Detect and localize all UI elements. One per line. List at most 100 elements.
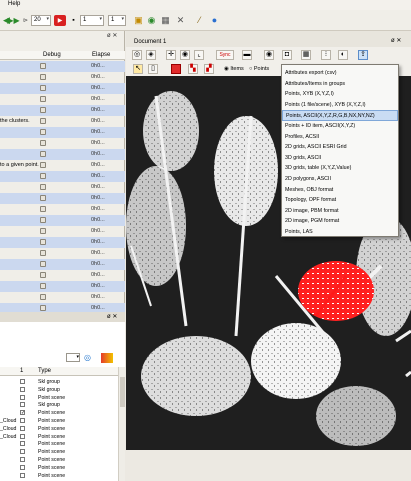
export-menu-item[interactable]: Points, LAS bbox=[282, 227, 398, 238]
camera-icon[interactable]: ◘ bbox=[282, 50, 292, 60]
list-item[interactable]: Point scene bbox=[0, 448, 118, 456]
debug-icon[interactable] bbox=[40, 272, 46, 278]
list-item[interactable]: Point scene bbox=[0, 456, 118, 464]
export-menu-item[interactable]: Points, ASCII(X,Y,Z,R,G,B,NX,NY,NZ) bbox=[282, 110, 398, 122]
red-box-icon[interactable] bbox=[171, 64, 181, 74]
select-region-icon[interactable]: ▯ bbox=[148, 64, 158, 74]
export-menu-item[interactable]: 2D image, PGM format bbox=[282, 216, 398, 227]
contrast-icon[interactable]: ◐ bbox=[338, 50, 348, 60]
fast-forward-icon[interactable]: ▶▶ bbox=[7, 15, 19, 26]
export-menu-item[interactable]: 2D image, PBM format bbox=[282, 206, 398, 217]
column-elapsed[interactable]: Elapse bbox=[92, 52, 110, 58]
item-checkbox[interactable] bbox=[20, 433, 25, 439]
debug-icon[interactable] bbox=[40, 151, 46, 157]
filter-combo[interactable]: ▾ bbox=[66, 353, 80, 362]
item-checkbox[interactable] bbox=[20, 402, 25, 408]
sync-button[interactable]: Sync bbox=[216, 50, 234, 60]
table-row[interactable]: 0h0... bbox=[0, 193, 125, 204]
lower-float-close-icon[interactable]: ø ✕ bbox=[107, 313, 117, 320]
refresh-icon[interactable]: ◎ bbox=[84, 353, 94, 363]
list-item[interactable]: _Cloud Point scene bbox=[0, 433, 118, 441]
axis-icon[interactable]: ✛ bbox=[166, 50, 176, 60]
frame-spin[interactable]: 20 ▾ bbox=[31, 15, 51, 26]
item-checkbox[interactable] bbox=[20, 425, 25, 431]
table-row[interactable]: 0h0... bbox=[0, 72, 125, 83]
export-menu-item[interactable]: Points + ID item, ASCII(X,Y,Z) bbox=[282, 121, 398, 132]
list-item[interactable]: _Cloud Point scene bbox=[0, 425, 118, 433]
export-menu-item[interactable]: 2D polygons, ASCII bbox=[282, 174, 398, 185]
panel-splitter[interactable]: ø ✕ bbox=[0, 312, 125, 322]
table-row[interactable]: 0h0... bbox=[0, 94, 125, 105]
debug-icon[interactable] bbox=[40, 250, 46, 256]
cluster-icon[interactable]: ▬ bbox=[242, 50, 252, 60]
table-row[interactable]: 0h0... bbox=[0, 127, 125, 138]
options-icon[interactable]: ⁝ bbox=[321, 50, 331, 60]
debug-icon[interactable] bbox=[40, 140, 46, 146]
table-row[interactable]: 0h0... bbox=[0, 259, 125, 270]
debug-icon[interactable] bbox=[40, 184, 46, 190]
radio-items[interactable]: ◉ Items bbox=[224, 66, 244, 72]
list-item[interactable]: Point scene bbox=[0, 472, 118, 480]
debug-icon[interactable] bbox=[40, 217, 46, 223]
spin-b[interactable]: 1 ▾ bbox=[108, 15, 126, 26]
list-item[interactable]: Point scene bbox=[0, 464, 118, 472]
table-row[interactable]: 0h0... bbox=[0, 292, 125, 303]
models-scrollbar[interactable] bbox=[118, 367, 125, 481]
item-checkbox[interactable] bbox=[20, 441, 25, 447]
axes-icon[interactable]: ⌞ bbox=[194, 50, 204, 60]
list-item[interactable]: Skl group bbox=[0, 378, 118, 386]
list-item[interactable]: Skl group bbox=[0, 386, 118, 394]
list-item[interactable]: _Cloud Point scene bbox=[0, 417, 118, 425]
item-checkbox[interactable] bbox=[20, 464, 25, 470]
spin-a[interactable]: 1 ▾ bbox=[80, 15, 104, 26]
item-checkbox[interactable]: ✓ bbox=[20, 410, 25, 416]
table-row[interactable]: 0h0... bbox=[0, 270, 125, 281]
debug-icon[interactable] bbox=[40, 85, 46, 91]
table-row[interactable]: 0h0... bbox=[0, 226, 125, 237]
table-row[interactable]: to a given point. 0h0... bbox=[0, 160, 125, 171]
grid-icon[interactable]: ▦ bbox=[301, 50, 311, 60]
debug-icon[interactable] bbox=[40, 228, 46, 234]
folder-icon[interactable]: ▣ bbox=[133, 15, 144, 26]
select-icon[interactable]: ↖ bbox=[133, 64, 143, 74]
graph-icon[interactable]: ◉ bbox=[180, 50, 190, 60]
stop-icon[interactable]: ▪ bbox=[68, 15, 79, 26]
doc-float-close-icon[interactable]: ø ✕ bbox=[391, 37, 401, 44]
table-row[interactable]: 0h0... bbox=[0, 204, 125, 215]
export-menu-item[interactable]: 2D grids, ASCII ESRI Grid bbox=[282, 142, 398, 153]
debug-icon[interactable] bbox=[40, 239, 46, 245]
debug-icon[interactable] bbox=[40, 129, 46, 135]
wand-icon[interactable]: ⁄ bbox=[194, 15, 205, 26]
red-multi-icon[interactable]: ▚ bbox=[188, 64, 198, 74]
cross-icon[interactable]: ✕ bbox=[175, 15, 186, 26]
document-tab[interactable]: Document 1 bbox=[134, 39, 166, 47]
export-menu-item[interactable]: Points, XYB (X,Y,Z,I) bbox=[282, 89, 398, 100]
column-type[interactable]: Type bbox=[38, 368, 51, 374]
table-row[interactable]: 0h0... bbox=[0, 281, 125, 292]
red-clear-icon[interactable]: ▞ bbox=[204, 64, 214, 74]
export-menu-item[interactable]: 3D grids, table (X,Y,Z,Value) bbox=[282, 163, 398, 174]
debug-icon[interactable] bbox=[40, 294, 46, 300]
menu-help[interactable]: Help bbox=[8, 1, 20, 7]
debug-icon[interactable] bbox=[40, 74, 46, 80]
record-icon[interactable]: ▶ bbox=[54, 15, 66, 26]
table-row[interactable]: the clusters. 0h0... bbox=[0, 116, 125, 127]
export-menu-item[interactable]: Attributes/Items in groups bbox=[282, 79, 398, 90]
column-i[interactable]: 1 bbox=[20, 368, 23, 374]
list-item[interactable]: Skl group bbox=[0, 401, 118, 409]
item-checkbox[interactable] bbox=[20, 456, 25, 462]
table-row[interactable]: 0h0... bbox=[0, 237, 125, 248]
panel-float-close-icon[interactable]: ø ✕ bbox=[107, 32, 117, 39]
debug-icon[interactable] bbox=[40, 107, 46, 113]
table-row[interactable]: 0h0... bbox=[0, 83, 125, 94]
step-icon[interactable]: ⊳ bbox=[20, 15, 31, 26]
list-item[interactable]: Point scene bbox=[0, 394, 118, 402]
debug-icon[interactable] bbox=[40, 206, 46, 212]
colors-icon[interactable] bbox=[101, 353, 113, 363]
table-row[interactable]: 0h0... bbox=[0, 182, 125, 193]
item-checkbox[interactable] bbox=[20, 386, 25, 392]
debug-icon[interactable] bbox=[40, 118, 46, 124]
table-row[interactable]: 0h0... bbox=[0, 105, 125, 116]
debug-icon[interactable] bbox=[40, 96, 46, 102]
item-checkbox[interactable] bbox=[20, 379, 25, 384]
